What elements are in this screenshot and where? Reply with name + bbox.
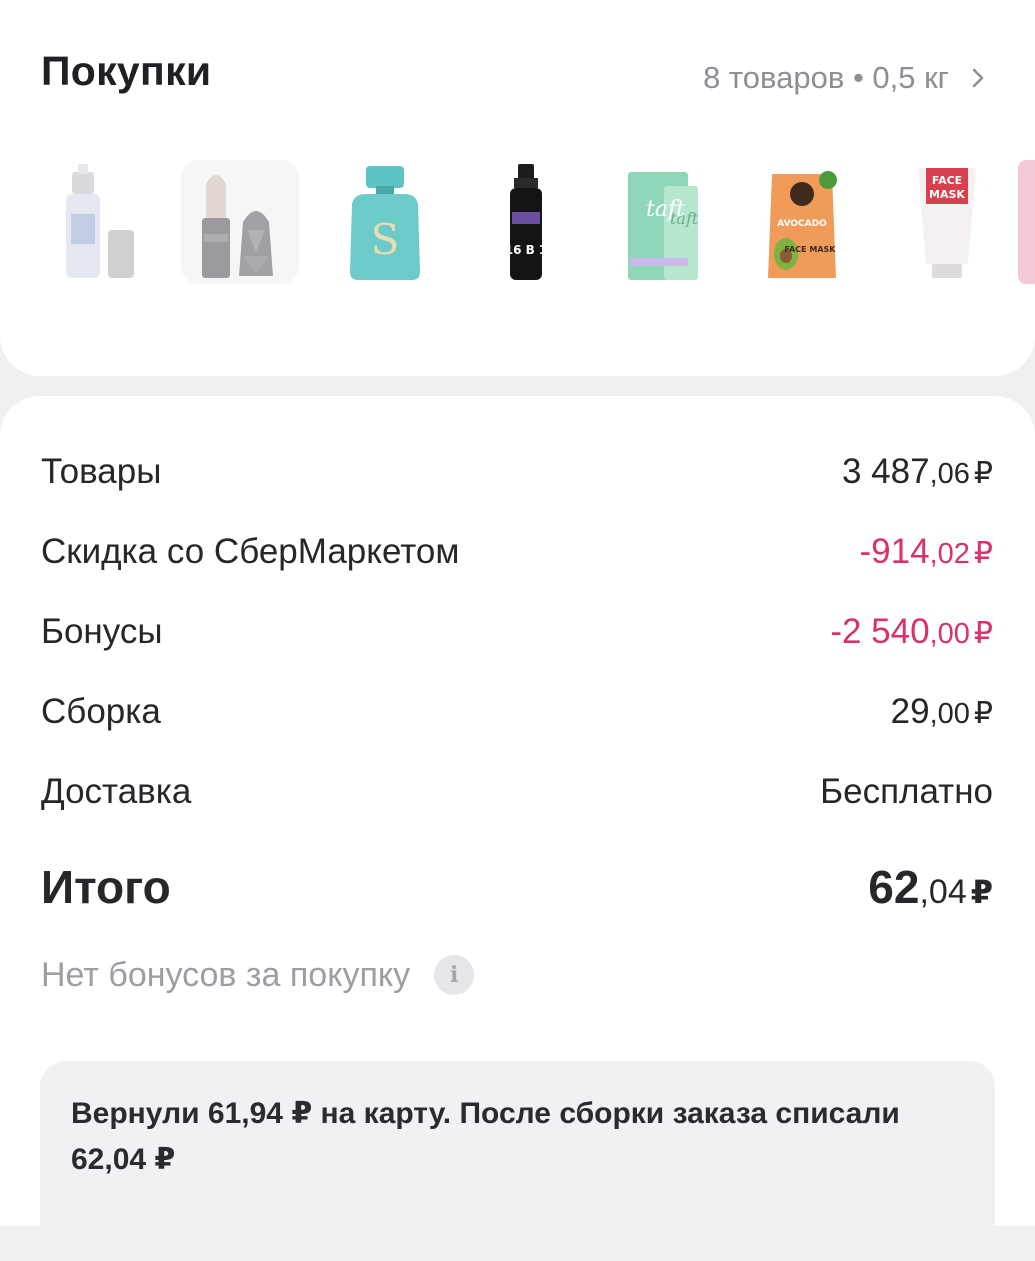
summary-row-delivery: Доставка Бесплатно [41, 772, 993, 812]
chevron-right-icon [972, 68, 984, 88]
total-label: Итого [41, 861, 171, 913]
perfume-image: S [350, 166, 420, 280]
lipstick-image [202, 175, 273, 278]
summary-label: Бонусы [41, 612, 163, 651]
summary-label: Скидка со СберМаркетом [41, 532, 460, 571]
purchases-card: Покупки 8 товаров • 0,5 кг S 16 В 1 taft… [0, 0, 1035, 376]
summary-value: 3 487,06 ₽ [841, 452, 993, 491]
svg-text:MASK: MASK [929, 188, 965, 201]
total-value: 62,04 ₽ [868, 861, 993, 913]
product-thumb-lipstick[interactable] [181, 160, 299, 284]
summary-label: Сборка [41, 692, 161, 731]
summary-value: -914,02 ₽ [859, 532, 993, 571]
product-thumb-spray-bottle[interactable] [42, 160, 160, 284]
hair-spray-image: 16 В 1 [505, 164, 548, 280]
summary-row-total: Итого 62,04 ₽ [41, 860, 993, 914]
no-bonus-note: Нет бонусов за покупку i [41, 955, 475, 995]
avocado-mask-image: AVOCADO FACE MASK [768, 171, 837, 278]
svg-text:AVOCADO: AVOCADO [777, 219, 827, 229]
spray-bottle-image [66, 164, 134, 278]
summary-label: Доставка [41, 772, 192, 811]
svg-text:S: S [371, 215, 400, 264]
purchases-title: Покупки [41, 48, 212, 94]
product-thumbnails[interactable]: S 16 В 1 taft taft AVOCADO FACE MASK FAC… [0, 160, 1035, 290]
summary-value: -2 540,00 ₽ [830, 612, 993, 651]
product-thumb-taft-gel[interactable]: taft taft [612, 160, 730, 284]
summary-row-discount: Скидка со СберМаркетом -914,02 ₽ [41, 532, 993, 572]
summary-row-bonuses: Бонусы -2 540,00 ₽ [41, 612, 993, 652]
product-thumb-pink-item[interactable] [1018, 160, 1035, 284]
svg-text:taft: taft [670, 209, 699, 228]
summary-value: Бесплатно [820, 772, 993, 811]
product-thumb-perfume[interactable]: S [326, 160, 444, 284]
refund-notice: Вернули 61,94 ₽ на карту. После сборки з… [40, 1061, 995, 1261]
product-thumb-face-mask-tube[interactable]: FACE MASK [896, 160, 1014, 284]
svg-text:FACE: FACE [932, 174, 962, 187]
product-thumb-avocado-mask[interactable]: AVOCADO FACE MASK [754, 160, 872, 284]
svg-text:FACE MASK: FACE MASK [785, 245, 837, 254]
info-icon[interactable]: i [434, 955, 475, 995]
purchases-summary: 8 товаров • 0,5 кг [703, 60, 949, 95]
purchases-summary-link[interactable]: 8 товаров • 0,5 кг [703, 60, 985, 96]
summary-value: 29,00 ₽ [890, 692, 993, 731]
summary-row-assembly: Сборка 29,00 ₽ [41, 692, 993, 732]
summary-label: Товары [41, 452, 162, 491]
product-thumb-hair-spray[interactable]: 16 В 1 [470, 160, 588, 284]
taft-gel-image: taft taft [628, 172, 699, 280]
no-bonus-text: Нет бонусов за покупку [41, 955, 411, 994]
face-mask-tube-image: FACE MASK [918, 168, 976, 278]
svg-text:16 В 1: 16 В 1 [505, 243, 548, 257]
summary-row-goods: Товары 3 487,06 ₽ [41, 452, 993, 492]
refund-text: Вернули 61,94 ₽ на карту. После сборки з… [71, 1097, 900, 1176]
